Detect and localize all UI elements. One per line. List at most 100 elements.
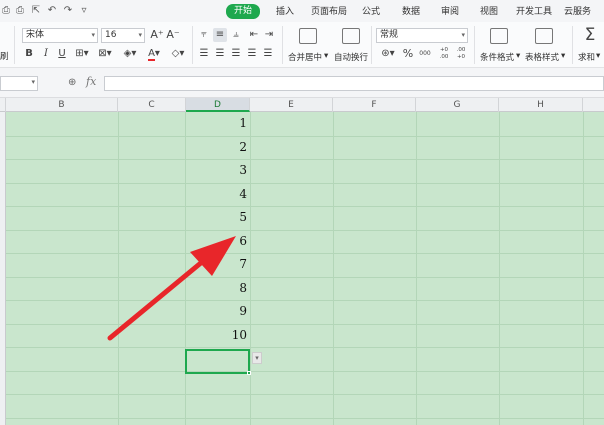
worksheet-grid[interactable]: B C D E F G H 1 2 3 4 5 6 7 8 9 10 — [0, 98, 604, 425]
font-size-select[interactable]: 16 ▾ — [101, 28, 145, 43]
column-header-d[interactable]: D — [186, 98, 250, 112]
cell-d8[interactable]: 8 — [186, 277, 249, 301]
tab-view[interactable]: 视图 — [480, 5, 498, 19]
decrease-font-button[interactable]: A⁻ — [166, 28, 180, 42]
tab-data[interactable]: 数据 — [402, 5, 420, 19]
tab-home[interactable]: 开始 — [226, 4, 261, 19]
gridline — [6, 300, 604, 301]
print-icon[interactable]: ⎙ — [14, 5, 26, 17]
gridline — [6, 276, 604, 278]
clear-format-icon[interactable]: ◇▾ — [168, 47, 188, 61]
chevron-down-icon: ▾ — [31, 78, 35, 86]
increase-font-button[interactable]: A⁺ — [150, 28, 164, 42]
cell-d2[interactable]: 2 — [186, 136, 249, 160]
italic-button[interactable]: I — [41, 47, 51, 61]
formula-input[interactable] — [104, 76, 604, 91]
cell-d5[interactable]: 5 — [186, 206, 249, 230]
title-tab-bar: ⎙ ⎙ ⇱ ↶ ↷ ▿ 开始 插入 页面布局 公式 数据 审阅 视图 开发工具 … — [0, 0, 604, 22]
decrease-decimal-button[interactable]: .00 +0 — [454, 47, 468, 61]
cell-d6[interactable]: 6 — [186, 230, 249, 254]
underline-button[interactable]: U — [57, 47, 67, 61]
table-style-dropdown-icon[interactable]: ▾ — [561, 51, 565, 61]
tab-formulas[interactable]: 公式 — [362, 5, 380, 19]
column-header-b[interactable]: B — [6, 98, 118, 112]
cell-d4[interactable]: 4 — [186, 183, 249, 207]
align-left-icon[interactable]: ☰ — [198, 47, 210, 61]
table-style-button[interactable]: 表格样式 — [525, 51, 559, 63]
font-size-value: 16 — [105, 30, 117, 40]
more-icon[interactable]: ▿ — [78, 5, 90, 17]
bold-button[interactable]: B — [24, 47, 34, 61]
fill-color-icon[interactable]: ◈▾ — [120, 47, 140, 61]
gridline — [6, 135, 604, 137]
name-box[interactable]: ▾ — [0, 76, 38, 91]
tab-developer[interactable]: 开发工具 — [516, 5, 552, 19]
merge-dropdown-icon[interactable]: ▾ — [324, 51, 328, 61]
ribbon-separator — [371, 26, 372, 64]
currency-icon[interactable]: ⊛▾ — [378, 47, 398, 61]
column-header-f[interactable]: F — [333, 98, 416, 112]
number-format-value: 常规 — [380, 30, 399, 40]
column-header-h[interactable]: H — [499, 98, 583, 112]
column-header-g[interactable]: G — [416, 98, 499, 112]
active-cell[interactable] — [185, 349, 251, 375]
tab-page-layout[interactable]: 页面布局 — [311, 5, 347, 19]
cell-d1[interactable]: 1 — [186, 112, 249, 136]
sum-dropdown-icon[interactable]: ▾ — [596, 51, 600, 61]
align-bottom-icon[interactable]: ⫨ — [230, 28, 242, 42]
table-style-icon[interactable] — [535, 28, 553, 44]
gridline — [6, 229, 604, 231]
format-painter-label[interactable]: 刷 — [0, 50, 9, 62]
undo-icon[interactable]: ↶ — [46, 5, 58, 17]
export-icon[interactable]: ⇱ — [30, 5, 42, 17]
gridline — [6, 323, 604, 325]
align-top-icon[interactable]: ⫧ — [198, 28, 210, 42]
ribbon-separator — [14, 26, 15, 64]
wrap-text-button[interactable]: 自动换行 — [334, 51, 368, 63]
print-preview-icon[interactable]: ⎙ — [0, 5, 12, 17]
number-format-select[interactable]: 常规 ▾ — [376, 28, 468, 43]
merge-center-button[interactable]: 合并居中 — [288, 51, 322, 63]
fill-handle[interactable] — [247, 371, 251, 375]
sum-icon[interactable]: Σ — [582, 25, 598, 45]
cell-d10[interactable]: 10 — [186, 324, 249, 348]
merge-center-icon[interactable] — [299, 28, 317, 44]
conditional-format-icon[interactable] — [490, 28, 508, 44]
font-name-value: 宋体 — [26, 30, 45, 40]
zoom-icon[interactable]: ⊕ — [68, 77, 76, 88]
align-middle-icon[interactable]: ≡ — [213, 28, 227, 42]
chevron-down-icon: ▾ — [138, 31, 142, 39]
cell-d3[interactable]: 3 — [186, 159, 249, 183]
align-right-icon[interactable]: ☰ — [230, 47, 242, 61]
fx-icon[interactable]: fx — [86, 75, 96, 88]
cell-style-icon[interactable]: ⊠▾ — [95, 47, 115, 61]
gridline — [6, 206, 604, 207]
increase-decimal-button[interactable]: +0 .00 — [437, 47, 451, 61]
column-header-e[interactable]: E — [250, 98, 333, 112]
align-center-icon[interactable]: ☰ — [214, 47, 226, 61]
distribute-icon[interactable]: ☰ — [262, 47, 274, 61]
autofill-options-button[interactable]: ▾ — [252, 352, 262, 364]
wrap-text-icon[interactable] — [342, 28, 360, 44]
conditional-format-dropdown-icon[interactable]: ▾ — [516, 51, 520, 61]
ribbon-toolbar: 刷 宋体 ▾ 16 ▾ A⁺ A⁻ B I U ⊞▾ ⊠▾ ◈▾ A▾ ◇▾ ⫧… — [0, 22, 604, 68]
tab-insert[interactable]: 插入 — [276, 5, 294, 19]
font-color-button[interactable]: A▾ — [144, 47, 164, 61]
indent-increase-icon[interactable]: ⇥ — [263, 28, 275, 42]
thousands-button[interactable]: 000 — [418, 47, 432, 61]
justify-icon[interactable]: ☰ — [246, 47, 258, 61]
sum-button[interactable]: 求和 — [578, 51, 595, 63]
gridline — [6, 370, 604, 372]
cell-d7[interactable]: 7 — [186, 253, 249, 277]
redo-icon[interactable]: ↷ — [62, 5, 74, 17]
border-icon[interactable]: ⊞▾ — [72, 47, 92, 61]
column-header-c[interactable]: C — [118, 98, 186, 112]
percent-button[interactable]: % — [402, 47, 414, 61]
conditional-format-button[interactable]: 条件格式 — [480, 51, 514, 63]
formula-bar: ▾ ⊕ fx — [0, 68, 604, 98]
tab-review[interactable]: 审阅 — [441, 5, 459, 19]
indent-decrease-icon[interactable]: ⇤ — [248, 28, 260, 42]
font-name-select[interactable]: 宋体 ▾ — [22, 28, 98, 43]
cell-d9[interactable]: 9 — [186, 300, 249, 324]
tab-cloud[interactable]: 云服务 — [564, 5, 591, 19]
